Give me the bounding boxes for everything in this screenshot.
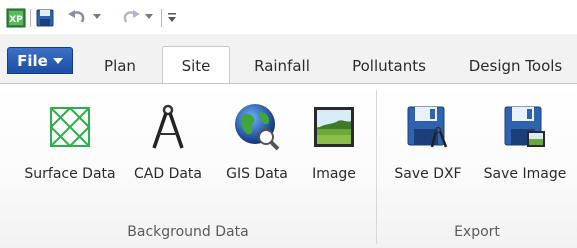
tab-pollutants[interactable]: Pollutants [333, 47, 445, 84]
group-label-export: Export [454, 224, 500, 240]
save-image-label: Save Image [483, 166, 567, 182]
file-menu-label: File [17, 51, 48, 70]
tab-label: Pollutants [352, 56, 426, 75]
compass-icon [143, 102, 193, 152]
cad-data-button[interactable]: CAD Data [128, 102, 208, 202]
app-icon[interactable]: XP [6, 8, 26, 28]
tab-design-tools[interactable]: Design Tools [454, 47, 577, 84]
save-image-button[interactable]: Save Image [476, 102, 574, 202]
tab-label: Design Tools [468, 56, 563, 75]
tab-label: Site [181, 56, 211, 75]
redo-dropdown-icon[interactable] [144, 12, 154, 22]
gis-data-label: GIS Data [226, 166, 288, 182]
customize-icon[interactable] [165, 9, 179, 25]
surface-mesh-icon [45, 102, 95, 152]
file-menu-button[interactable]: File [7, 47, 73, 74]
cad-data-label: CAD Data [133, 166, 202, 182]
chevron-down-icon [52, 57, 63, 64]
group-label-background-data: Background Data [127, 224, 249, 240]
redo-icon[interactable] [118, 7, 142, 29]
photo-icon [309, 102, 359, 152]
tab-plan[interactable]: Plan [85, 47, 155, 84]
tab-site[interactable]: Site [162, 46, 230, 84]
undo-icon[interactable] [66, 7, 90, 29]
svg-text:XP: XP [9, 15, 23, 25]
ribbon-tab-strip: File Plan Site Rainfall Pollutants Desig… [0, 34, 577, 84]
save-dxf-icon [403, 102, 453, 152]
tab-label: Rainfall [254, 56, 310, 75]
group-divider [376, 90, 377, 244]
image-label: Image [312, 166, 356, 182]
image-button[interactable]: Image [304, 102, 364, 202]
save-dxf-label: Save DXF [394, 166, 462, 182]
tab-rainfall[interactable]: Rainfall [238, 47, 326, 84]
ribbon-panel: Surface Data CAD Data GIS Data Image Bac… [0, 84, 577, 248]
save-image-icon [500, 102, 550, 152]
tab-label: Plan [104, 56, 136, 75]
save-icon[interactable] [35, 8, 55, 28]
globe-icon [232, 102, 282, 152]
undo-dropdown-icon[interactable] [92, 12, 102, 22]
save-dxf-button[interactable]: Save DXF [386, 102, 470, 202]
quick-access-toolbar: XP [0, 0, 577, 34]
gis-data-button[interactable]: GIS Data [222, 102, 292, 202]
surface-data-label: Surface Data [24, 166, 116, 182]
surface-data-button[interactable]: Surface Data [16, 102, 124, 202]
